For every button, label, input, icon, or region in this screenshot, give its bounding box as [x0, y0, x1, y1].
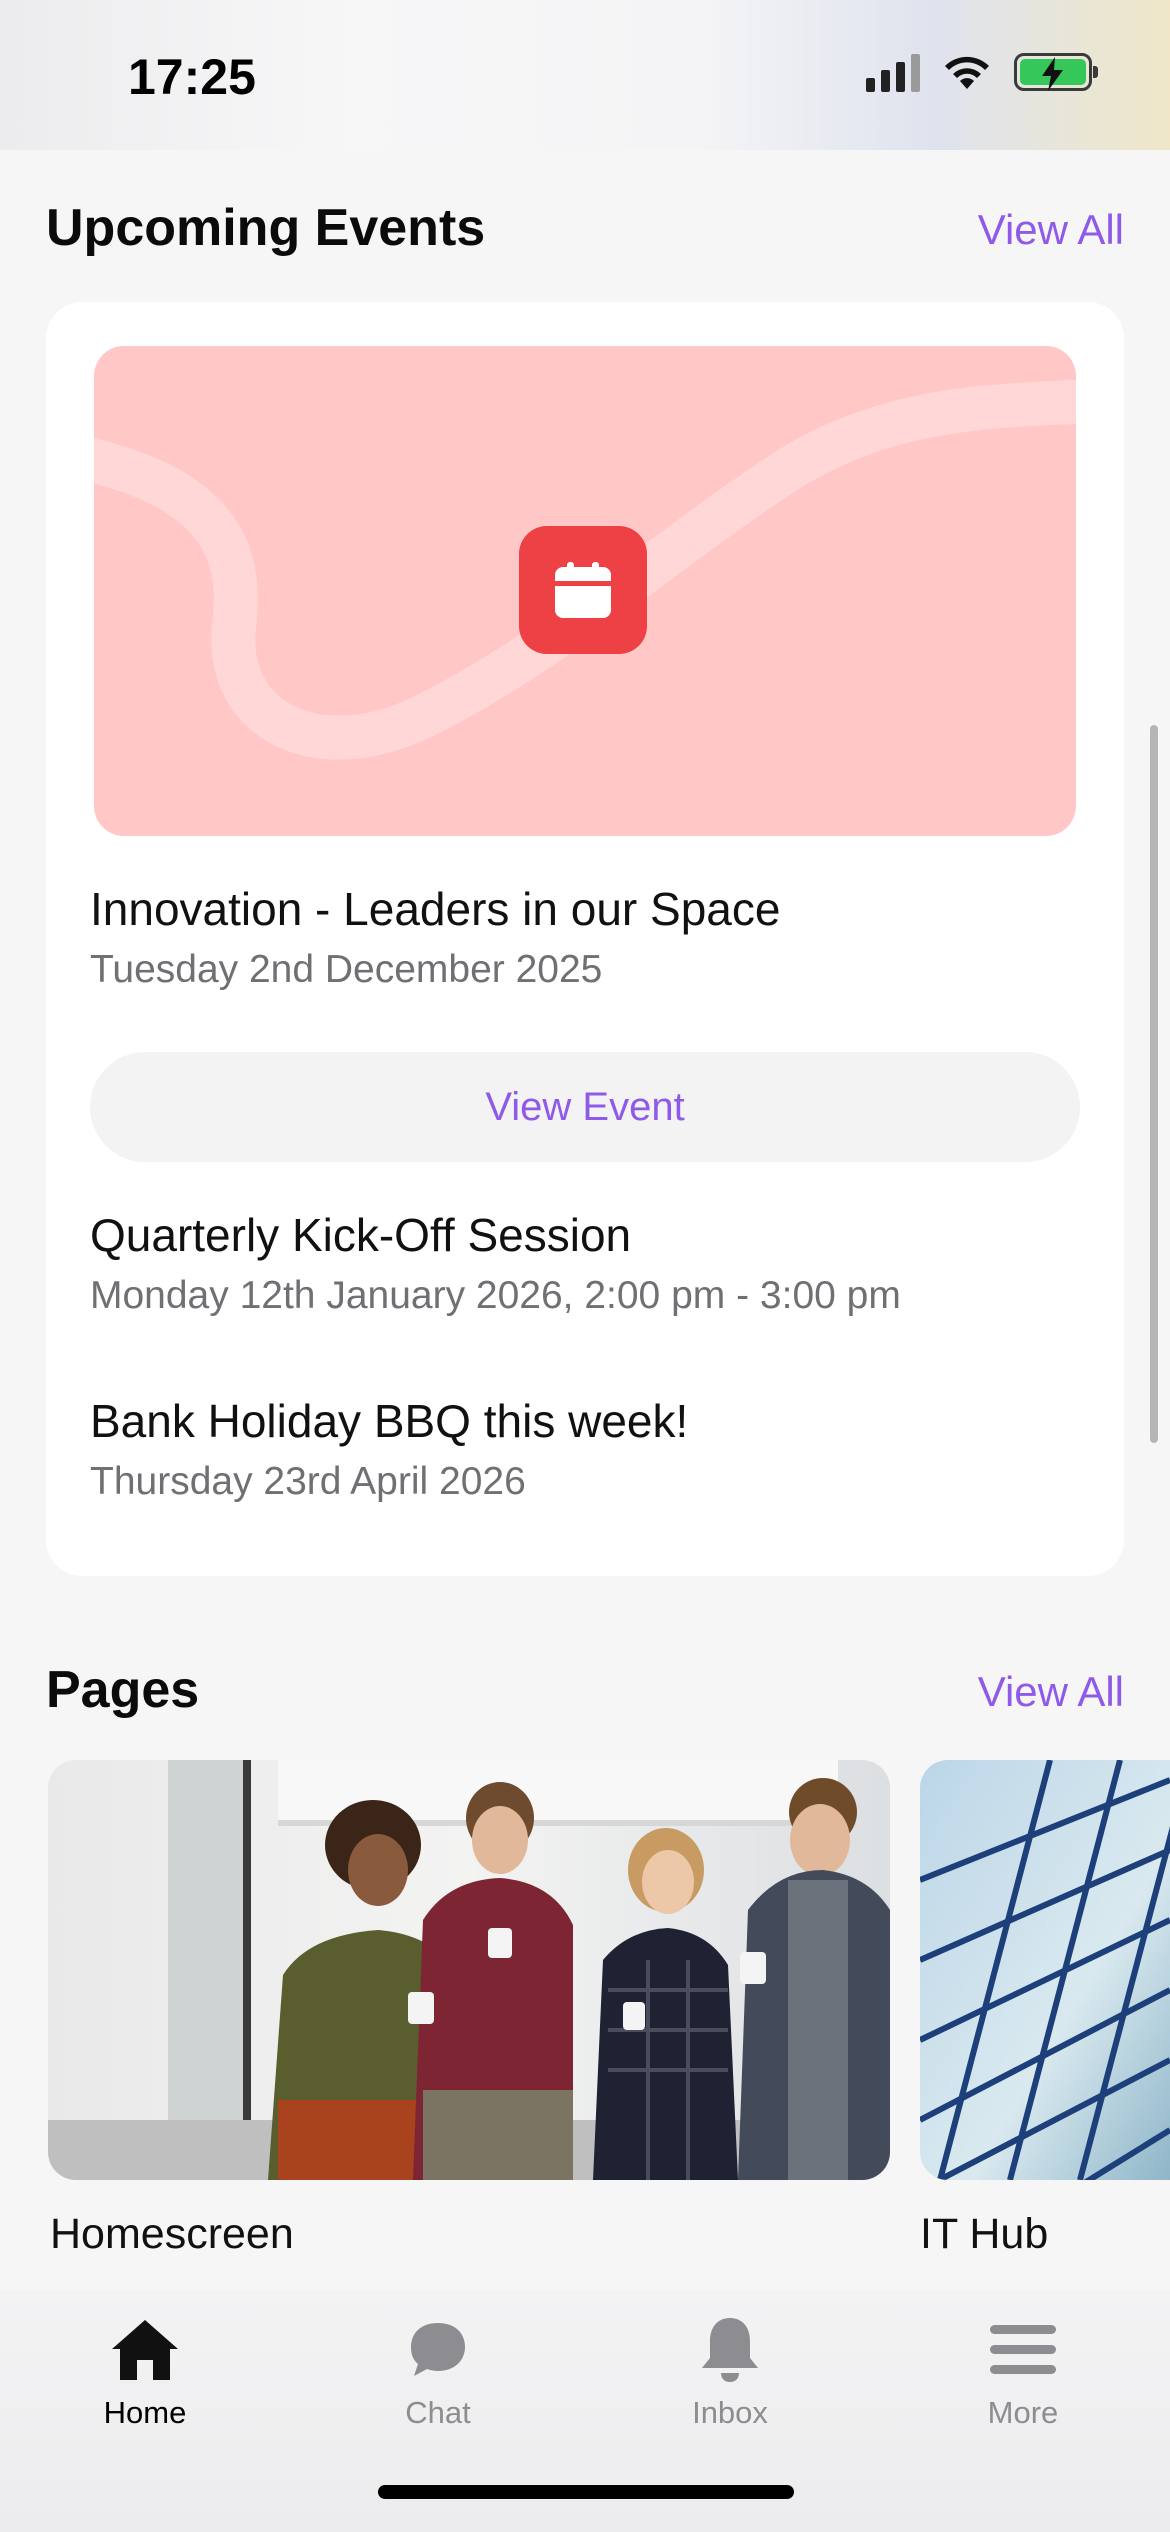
chat-icon [411, 2323, 465, 2376]
page-card-homescreen[interactable] [48, 1760, 890, 2180]
scrollbar[interactable] [1150, 725, 1158, 1443]
page-label-it-hub: IT Hub [920, 2210, 1049, 2258]
tab-chat[interactable]: Chat [338, 2315, 538, 2431]
glass-building-photo [920, 1760, 1170, 2180]
tab-chat-label: Chat [405, 2395, 471, 2430]
page-label-homescreen: Homescreen [50, 2210, 294, 2258]
office-team-photo [48, 1760, 890, 2180]
status-bar: 17:25 [0, 0, 1170, 150]
events-view-all-link[interactable]: View All [978, 206, 1124, 254]
tab-home-label: Home [103, 2395, 187, 2430]
battery-icon [1014, 53, 1098, 91]
tab-inbox[interactable]: Inbox [630, 2315, 830, 2431]
pages-view-all-link[interactable]: View All [978, 1668, 1124, 1716]
view-event-button[interactable]: View Event [90, 1052, 1080, 1162]
event-date: Monday 12th January 2026, 2:00 pm - 3:00… [90, 1274, 901, 1317]
status-icons [866, 52, 1098, 92]
pages-section-title: Pages [46, 1661, 200, 1719]
tab-more-label: More [987, 2395, 1059, 2430]
home-icon [112, 2320, 178, 2380]
events-card: Innovation - Leaders in our Space Tuesda… [46, 302, 1124, 1576]
featured-event-date: Tuesday 2nd December 2025 [90, 948, 603, 991]
event-banner[interactable] [94, 346, 1076, 836]
tab-home[interactable]: Home [45, 2315, 245, 2431]
event-date: Thursday 23rd April 2026 [90, 1460, 526, 1503]
cellular-signal-icon [866, 52, 920, 92]
calendar-icon [555, 562, 611, 618]
menu-icon [990, 2325, 1056, 2374]
calendar-icon-tile [519, 526, 647, 654]
bell-icon [702, 2318, 758, 2382]
featured-event-title[interactable]: Innovation - Leaders in our Space [90, 882, 780, 936]
tab-more[interactable]: More [923, 2315, 1123, 2431]
events-section-title: Upcoming Events [46, 199, 486, 257]
home-indicator[interactable] [378, 2485, 794, 2499]
event-title: Bank Holiday BBQ this week! [90, 1395, 689, 1447]
status-time: 17:25 [128, 49, 256, 105]
wifi-icon [945, 56, 989, 89]
tab-inbox-label: Inbox [692, 2395, 768, 2430]
page-card-it-hub[interactable] [920, 1760, 1170, 2180]
event-title: Quarterly Kick-Off Session [90, 1209, 632, 1261]
